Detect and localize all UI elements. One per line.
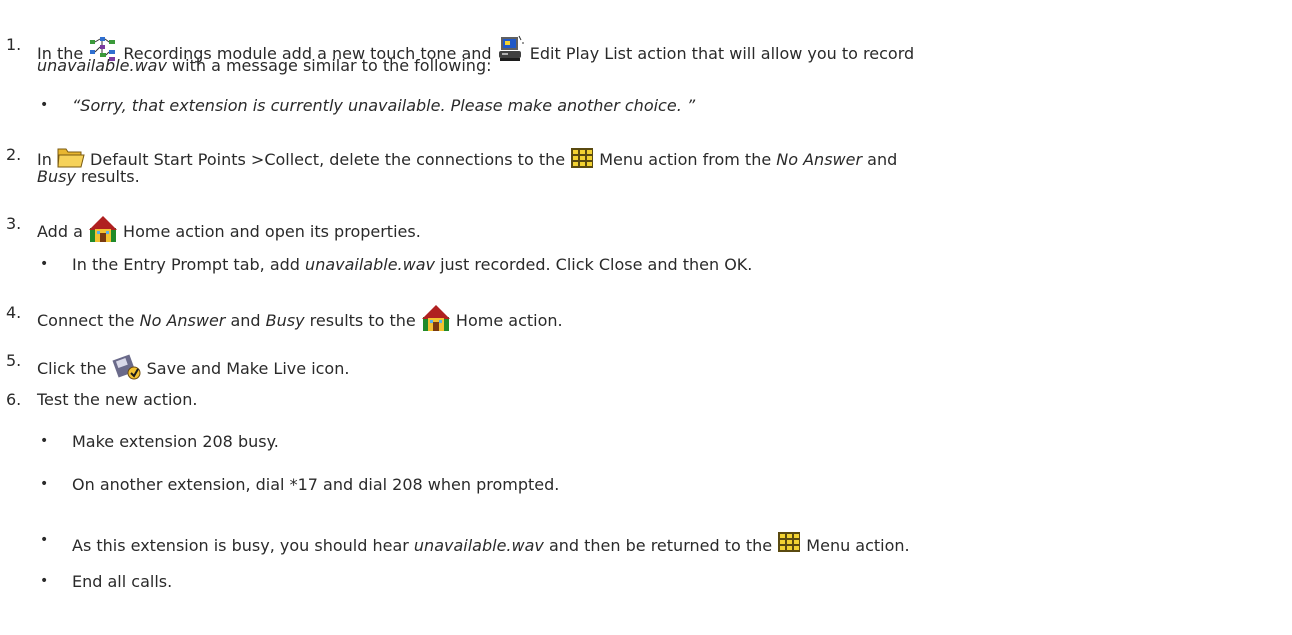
bullet-text: As this extension is busy, you should he… [72, 536, 414, 555]
step-text: Connect the [37, 311, 140, 330]
menu-action-icon [777, 531, 801, 553]
quote-text: “Sorry, that extension is currently unav… [72, 96, 696, 115]
step-text: results to the [304, 311, 421, 330]
step-text: Menu action from the [594, 150, 777, 169]
result-name: Busy [265, 311, 305, 330]
bullet-text: Make extension 208 busy. [72, 432, 279, 451]
step-number: 3. [6, 214, 22, 233]
step-5-line-1: Click the Save and Make Live icon. [37, 351, 349, 381]
home-action-icon [88, 214, 118, 244]
bullet-icon: • [40, 97, 49, 113]
bullet-icon: • [40, 433, 49, 449]
step-2-line-1: In Default Start Points >Collect, delete… [37, 145, 897, 170]
folder-icon [57, 145, 85, 169]
result-name: No Answer [139, 311, 226, 330]
step-text: and [225, 311, 266, 330]
step-6-bullet-3: As this extension is busy, you should he… [72, 531, 910, 556]
step-text: Test the new action. [37, 390, 198, 409]
step-text: Home action. [450, 311, 563, 330]
step-text: Edit Play List action that will allow yo… [524, 44, 915, 63]
menu-action-icon [570, 147, 594, 169]
result-name: No Answer [776, 150, 863, 169]
step-1-bullet-1: “Sorry, that extension is currently unav… [72, 96, 695, 116]
result-name: Busy [37, 167, 76, 186]
step-number: 1. [6, 35, 22, 54]
step-text: with a message similar to the following: [166, 56, 492, 75]
step-3-bullet-1: In the Entry Prompt tab, add unavailable… [72, 255, 752, 275]
step-number: 5. [6, 351, 22, 370]
step-text: Add a [37, 222, 88, 241]
bullet-text: End all calls. [72, 572, 173, 591]
filename: unavailable.wav [37, 56, 167, 75]
bullet-text: and then be returned to the [543, 536, 778, 555]
step-text: Save and Make Live icon. [141, 359, 350, 378]
step-text: and [862, 150, 898, 169]
step-3-line-1: Add a Home action and open its propertie… [37, 214, 421, 244]
step-6-bullet-4: End all calls. [72, 572, 172, 592]
step-2-line-2: Busy results. [37, 167, 140, 187]
step-6-line-1: Test the new action. [37, 390, 197, 410]
bullet-icon: • [40, 476, 49, 492]
bullet-text: In the Entry Prompt tab, add [72, 255, 306, 274]
bullet-icon: • [40, 573, 49, 589]
step-number: 2. [6, 145, 22, 164]
step-text: Click the [37, 359, 112, 378]
step-text: Default Start Points >Collect, delete th… [84, 150, 571, 169]
step-text: results. [75, 167, 140, 186]
step-1-line-2: unavailable.wav with a message similar t… [37, 56, 492, 76]
bullet-icon: • [40, 532, 49, 548]
bullet-icon: • [40, 256, 49, 272]
edit-play-list-icon [497, 35, 525, 63]
bullet-text: just recorded. Click Close and then OK. [435, 255, 753, 274]
step-text: Home action and open its properties. [117, 222, 421, 241]
step-4-line-1: Connect the No Answer and Busy results t… [37, 303, 563, 333]
step-6-bullet-1: Make extension 208 busy. [72, 432, 279, 452]
instructions-page: { "steps": [ { "number": "1.", "line1": … [0, 0, 1292, 635]
save-and-make-live-icon [112, 351, 142, 381]
step-number: 6. [6, 390, 22, 409]
step-number: 4. [6, 303, 22, 322]
step-6-bullet-2: On another extension, dial *17 and dial … [72, 475, 559, 495]
filename: unavailable.wav [305, 255, 435, 274]
bullet-text: On another extension, dial *17 and dial … [72, 475, 560, 494]
home-action-icon [421, 303, 451, 333]
bullet-text: Menu action. [801, 536, 910, 555]
filename: unavailable.wav [413, 536, 544, 555]
